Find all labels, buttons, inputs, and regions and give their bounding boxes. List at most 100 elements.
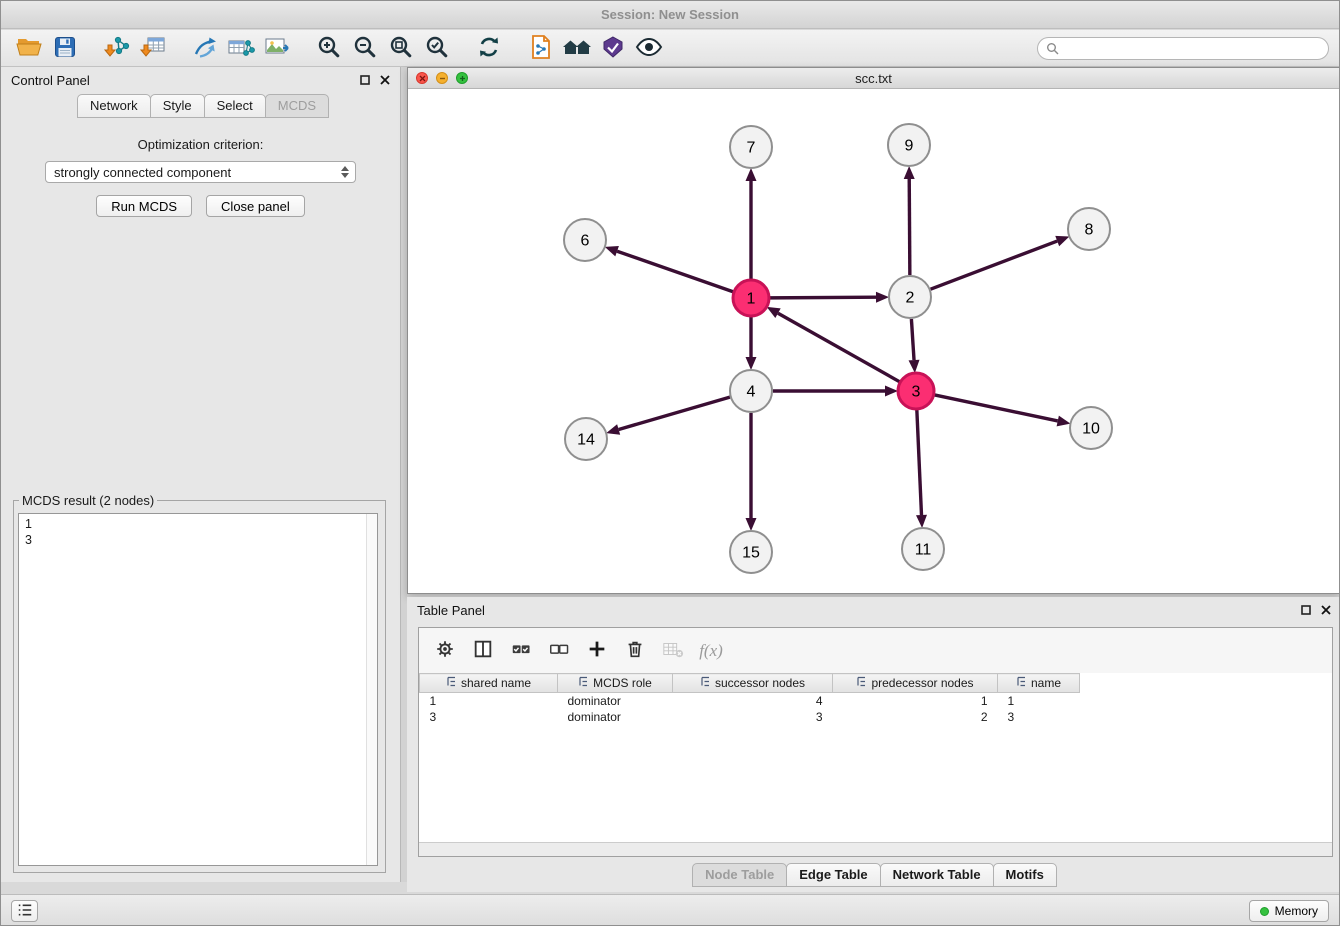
table-cell[interactable]: dominator [558, 709, 673, 725]
table-cell[interactable]: 1 [998, 693, 1080, 709]
float-panel-icon[interactable] [1301, 603, 1311, 618]
delete-table-button[interactable] [657, 635, 689, 667]
criterion-select[interactable]: strongly connected component [45, 161, 356, 183]
refresh-network-button[interactable] [471, 33, 507, 63]
home-button[interactable] [559, 33, 595, 63]
style-button[interactable] [595, 33, 631, 63]
network-arrows-icon [192, 35, 218, 62]
tab-mcds[interactable]: MCDS [265, 94, 329, 118]
graph-node-label: 8 [1085, 222, 1094, 239]
graph-edge[interactable] [917, 410, 922, 515]
application-window: Session: New Session [0, 0, 1340, 926]
deselect-all-columns-button[interactable] [543, 635, 575, 667]
mcds-result-line: 1 [25, 516, 371, 532]
zoom-out-button[interactable] [347, 33, 383, 63]
table-cell[interactable]: 1 [833, 693, 998, 709]
graph-edge[interactable] [909, 179, 910, 275]
import-table-button[interactable] [135, 33, 171, 63]
control-panel-title: Control Panel [11, 73, 90, 88]
edge-arrowhead-icon [605, 246, 619, 256]
tab-edge-table[interactable]: Edge Table [786, 863, 880, 887]
run-mcds-button[interactable]: Run MCDS [96, 195, 192, 217]
close-panel-icon[interactable] [1321, 603, 1331, 618]
table-cell[interactable]: 3 [673, 709, 833, 725]
graph-edge[interactable] [911, 319, 914, 360]
table-cell[interactable]: 1 [420, 693, 558, 709]
folder-open-icon [16, 36, 42, 61]
table-row[interactable]: 3dominator323 [420, 709, 1080, 725]
column-header-mcds-role[interactable]: MCDS role [558, 674, 673, 693]
table-horizontal-scrollbar[interactable] [419, 842, 1332, 856]
graph-edge[interactable] [778, 313, 899, 381]
table-cell[interactable]: 4 [673, 693, 833, 709]
save-session-button[interactable] [47, 33, 83, 63]
window-close-icon[interactable] [416, 72, 428, 84]
edge-arrowhead-icon [909, 360, 920, 373]
column-header-successor-nodes[interactable]: successor nodes [673, 674, 833, 693]
trash-icon [624, 638, 646, 663]
table-header-row: shared name MCDS role successor nodes pr… [420, 674, 1080, 693]
graph-edge[interactable] [935, 395, 1058, 421]
table-cell[interactable]: 3 [420, 709, 558, 725]
column-type-icon [446, 676, 457, 690]
edge-arrowhead-icon [916, 515, 927, 528]
show-column-button[interactable] [467, 635, 499, 667]
home-pair-icon [562, 35, 592, 62]
memory-button[interactable]: Memory [1249, 900, 1329, 922]
window-minimize-icon[interactable] [436, 72, 448, 84]
export-table-button[interactable] [223, 33, 259, 63]
network-view-window: scc.txt 7968124314101511 [407, 67, 1340, 594]
node-table-body: 1dominator4113dominator323 [420, 693, 1080, 725]
tab-node-table[interactable]: Node Table [692, 863, 787, 887]
open-session-doc-button[interactable] [523, 33, 559, 63]
graph-node-label: 9 [905, 138, 914, 155]
create-column-button[interactable] [581, 635, 613, 667]
close-panel-button[interactable]: Close panel [206, 195, 305, 217]
select-all-columns-button[interactable] [505, 635, 537, 667]
show-hide-button[interactable] [631, 33, 667, 63]
graph-edge[interactable] [770, 297, 876, 298]
column-header-name[interactable]: name [998, 674, 1080, 693]
graph-edge[interactable] [619, 397, 730, 429]
import-network-button[interactable] [99, 33, 135, 63]
tab-network-table[interactable]: Network Table [880, 863, 994, 887]
tab-network[interactable]: Network [77, 94, 151, 118]
tab-motifs[interactable]: Motifs [993, 863, 1057, 887]
network-canvas[interactable]: 7968124314101511 [408, 89, 1339, 593]
edge-arrowhead-icon [746, 168, 757, 181]
table-cell[interactable]: dominator [558, 693, 673, 709]
function-builder-button[interactable]: f(x) [695, 635, 727, 667]
close-panel-icon[interactable] [380, 73, 390, 88]
eye-icon [635, 36, 663, 61]
result-scrollbar[interactable] [366, 514, 377, 865]
table-row[interactable]: 1dominator411 [420, 693, 1080, 709]
window-title: Session: New Session [601, 7, 739, 22]
zoom-selected-button[interactable] [419, 33, 455, 63]
table-settings-button[interactable] [429, 635, 461, 667]
clone-network-button[interactable] [187, 33, 223, 63]
network-window-titlebar[interactable]: scc.txt [408, 68, 1339, 89]
graph-edge[interactable] [617, 251, 733, 292]
tab-style[interactable]: Style [150, 94, 205, 118]
graph-node-label: 15 [742, 545, 760, 562]
search-input[interactable] [1037, 37, 1329, 60]
zoom-fit-button[interactable] [383, 33, 419, 63]
column-type-icon [856, 676, 867, 690]
delete-column-button[interactable] [619, 635, 651, 667]
mcds-result-box[interactable]: 1 3 [18, 513, 378, 866]
table-cell[interactable]: 3 [998, 709, 1080, 725]
zoom-in-button[interactable] [311, 33, 347, 63]
network-graph-svg[interactable]: 7968124314101511 [408, 89, 1339, 593]
export-image-button[interactable] [259, 33, 295, 63]
mcds-result-line: 3 [25, 532, 371, 548]
float-panel-icon[interactable] [360, 73, 370, 88]
column-header-predecessor-nodes[interactable]: predecessor nodes [833, 674, 998, 693]
tab-select[interactable]: Select [204, 94, 266, 118]
column-header-shared-name[interactable]: shared name [420, 674, 558, 693]
open-file-button[interactable] [11, 33, 47, 63]
table-cell[interactable]: 2 [833, 709, 998, 725]
window-zoom-icon[interactable] [456, 72, 468, 84]
task-history-button[interactable] [11, 900, 38, 922]
graph-edge[interactable] [931, 241, 1058, 289]
control-panel-header: Control Panel [1, 67, 400, 94]
